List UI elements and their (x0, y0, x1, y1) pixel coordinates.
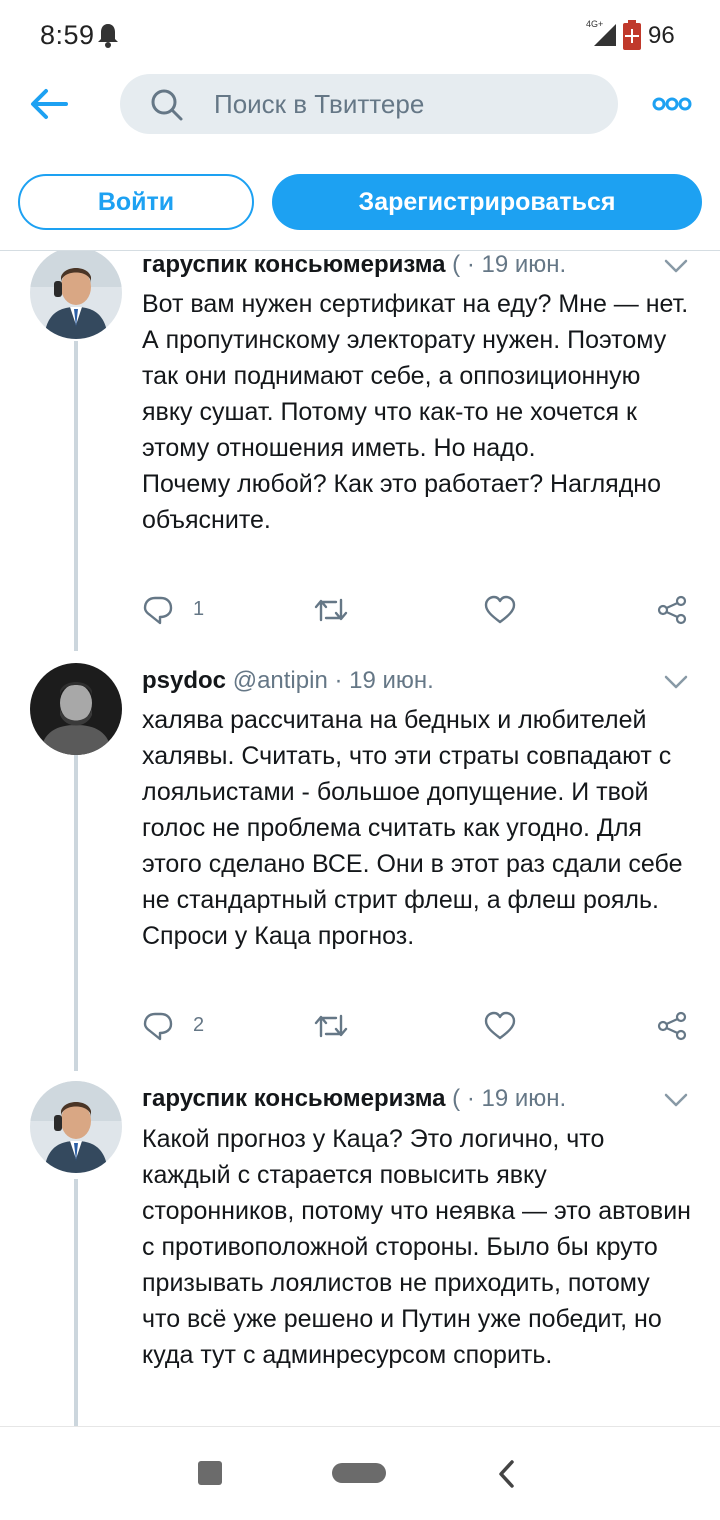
share-icon[interactable] (656, 1011, 688, 1041)
tweet-header: гаруспик консьюмеризма ( · 19 июн. (142, 1083, 642, 1115)
battery-level: 96 (648, 22, 675, 49)
reply-icon[interactable] (142, 595, 174, 625)
search-icon (151, 89, 183, 121)
like-icon[interactable] (484, 595, 516, 625)
separator: · (466, 1085, 475, 1112)
tweet-text: Вот вам нужен сертификат на еду? Мне — н… (142, 290, 689, 534)
tweet-text: халява рассчитана на бедных и любителей … (142, 706, 683, 950)
nav-back-icon[interactable] (496, 1459, 516, 1489)
avatar[interactable] (30, 251, 122, 339)
system-nav-bar (0, 1426, 720, 1520)
tweet[interactable]: psydoc @antipin · 19 июн. халява рассчит… (0, 651, 720, 1071)
retweet-icon[interactable] (314, 596, 348, 624)
tweet-header: гаруспик консьюмеризма ( · 19 июн. (142, 251, 642, 281)
tweet-date[interactable]: 19 июн. (482, 1085, 567, 1112)
avatar-photo (30, 663, 122, 755)
reply-count: 1 (193, 598, 205, 620)
author-name[interactable]: гаруспик консьюмеризма (142, 1085, 445, 1112)
chevron-down-icon[interactable] (664, 259, 688, 273)
recents-button[interactable] (198, 1461, 222, 1485)
author-handle[interactable]: @antipin (233, 667, 328, 694)
tweet[interactable]: гаруспик консьюмеризма ( · 19 июн. Какой… (0, 1071, 720, 1426)
more-icon[interactable] (652, 92, 692, 116)
login-button[interactable]: Войти (18, 174, 254, 230)
status-bar: 8:59 4G+ 96 (0, 0, 720, 70)
tweet-header: psydoc @antipin · 19 июн. (142, 665, 642, 697)
tweet[interactable]: гаруспик консьюмеризма ( · 19 июн. Вот в… (0, 251, 720, 651)
tweet-date[interactable]: 19 июн. (349, 667, 434, 694)
avatar[interactable] (30, 663, 122, 755)
arrow-left-icon[interactable] (26, 84, 70, 124)
tweet-date[interactable]: 19 июн. (482, 251, 567, 278)
avatar[interactable] (30, 1081, 122, 1173)
signal-icon (594, 24, 616, 46)
bell-icon (98, 24, 118, 48)
separator: · (334, 667, 343, 694)
author-name[interactable]: гаруспик консьюмеризма (142, 251, 445, 278)
retweet-icon[interactable] (314, 1012, 348, 1040)
avatar-photo (30, 1081, 122, 1173)
author-handle[interactable]: ( (452, 251, 460, 278)
search-input[interactable]: Поиск в Твиттере (120, 74, 618, 134)
status-time: 8:59 (40, 20, 95, 50)
author-name[interactable]: psydoc (142, 667, 226, 694)
reply-icon[interactable] (142, 1011, 174, 1041)
author-handle[interactable]: ( (452, 1085, 460, 1112)
chevron-down-icon[interactable] (664, 1093, 688, 1107)
home-button[interactable] (332, 1463, 386, 1483)
share-icon[interactable] (656, 595, 688, 625)
tweet-text: Какой прогноз у Каца? Это логично, что к… (142, 1125, 691, 1369)
signup-button[interactable]: Зарегистрироваться (272, 174, 702, 230)
thread-line (74, 341, 78, 651)
battery-icon (623, 20, 641, 50)
reply-count: 2 (193, 1014, 205, 1036)
like-icon[interactable] (484, 1011, 516, 1041)
search-placeholder: Поиск в Твиттере (214, 89, 425, 119)
thread-line (74, 1179, 78, 1426)
avatar-photo (30, 251, 122, 339)
chevron-down-icon[interactable] (664, 675, 688, 689)
thread-line (74, 755, 78, 1071)
tweet-thread: гаруспик консьюмеризма ( · 19 июн. Вот в… (0, 251, 720, 1426)
separator: · (466, 251, 475, 278)
